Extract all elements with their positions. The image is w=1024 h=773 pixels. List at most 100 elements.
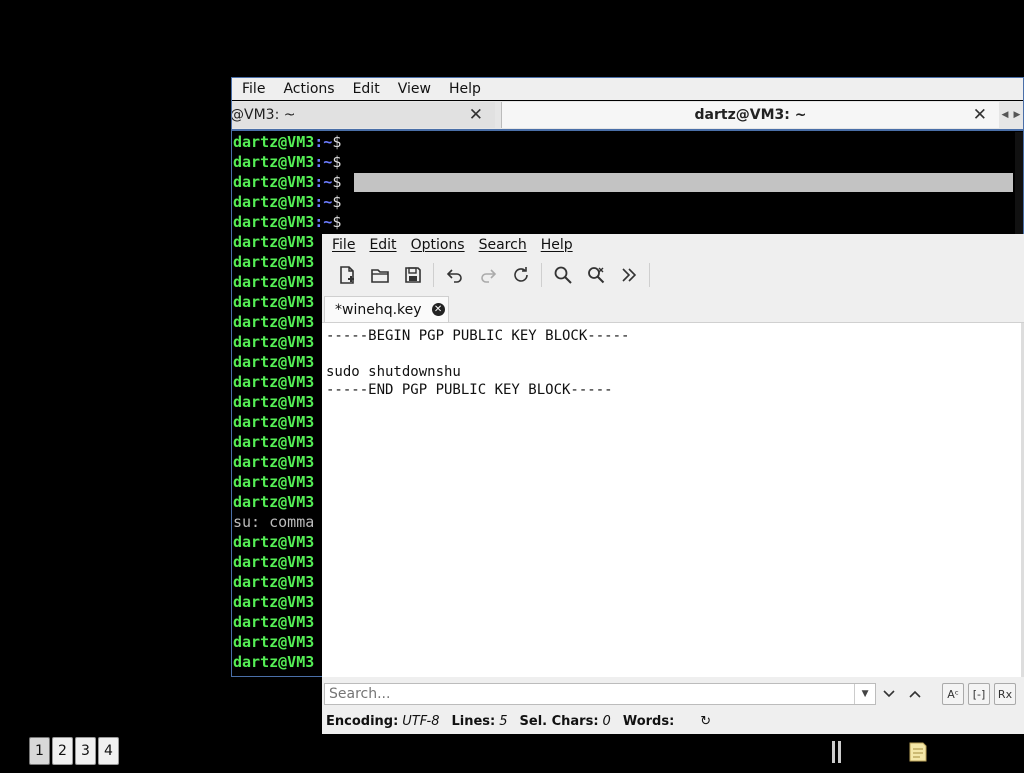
prompt-user: dartz@VM3 bbox=[233, 413, 315, 431]
prompt-user: dartz@VM3 bbox=[233, 613, 315, 631]
search-bar: ▼ Aᶜ [-] Rx bbox=[322, 679, 1024, 709]
new-document-icon bbox=[339, 266, 354, 284]
find-replace-icon bbox=[587, 267, 604, 284]
prompt-user: dartz@VM3 bbox=[233, 533, 315, 551]
tab-scroll-right-icon[interactable]: ▶ bbox=[1011, 110, 1023, 120]
text-selection bbox=[354, 173, 1013, 192]
prompt-user: dartz@VM3 bbox=[233, 493, 315, 511]
whole-word-toggle[interactable]: [-] bbox=[968, 683, 990, 705]
refresh-word-count-icon[interactable]: ↻ bbox=[700, 714, 711, 729]
terminal-tab-bar: @VM3: ~ ✕ dartz@VM3: ~ ✕ ◀ ▶ bbox=[232, 101, 1023, 131]
workspace-4-button[interactable]: 4 bbox=[98, 737, 119, 765]
reload-icon bbox=[513, 267, 528, 282]
workspace-3-button[interactable]: 3 bbox=[75, 737, 96, 765]
search-input[interactable] bbox=[325, 686, 855, 702]
prompt-user: dartz@VM3 bbox=[233, 373, 315, 391]
encoding-label: Encoding: bbox=[326, 713, 399, 729]
prompt-path: :~ bbox=[314, 133, 333, 151]
prompt-user: dartz@VM3 bbox=[233, 573, 315, 591]
find-button[interactable] bbox=[546, 260, 579, 290]
editor-menubar: File Edit Options Search Help bbox=[322, 234, 1024, 256]
reload-button[interactable] bbox=[504, 260, 537, 290]
prompt-user: dartz@VM3 bbox=[233, 333, 315, 351]
terminal-tab-2[interactable]: dartz@VM3: ~ ✕ bbox=[501, 102, 999, 128]
workspace-pager: 1 2 3 4 bbox=[29, 737, 121, 765]
prompt-user: dartz@VM3 bbox=[233, 393, 315, 411]
toolbar-separator bbox=[649, 263, 650, 287]
new-document-button[interactable] bbox=[330, 260, 363, 290]
editor-menu-help[interactable]: Help bbox=[534, 237, 580, 253]
editor-tab-winehq-key[interactable]: *winehq.key ✕ bbox=[324, 296, 449, 322]
terminal-menu-help[interactable]: Help bbox=[440, 81, 490, 97]
notes-tray-icon[interactable] bbox=[907, 739, 929, 763]
workspace-2-button[interactable]: 2 bbox=[52, 737, 73, 765]
editor-toolbar bbox=[322, 256, 1024, 294]
toolbar-separator bbox=[541, 263, 542, 287]
terminal-tab-1[interactable]: @VM3: ~ ✕ bbox=[232, 102, 495, 128]
search-history-dropdown-icon[interactable]: ▼ bbox=[854, 684, 875, 704]
terminal-tray-icon[interactable] bbox=[830, 738, 844, 766]
prompt-user: dartz@VM3 bbox=[233, 473, 315, 491]
toolbar-separator bbox=[433, 263, 434, 287]
prompt-user: dartz@VM3 bbox=[233, 433, 315, 451]
lines-label: Lines: bbox=[451, 713, 496, 729]
prompt-user: dartz@VM3 bbox=[233, 633, 315, 651]
prompt-symbol: $ bbox=[332, 133, 342, 151]
close-icon[interactable]: ✕ bbox=[973, 105, 987, 125]
prompt-symbol: $ bbox=[332, 153, 342, 171]
prompt-path: :~ bbox=[314, 173, 333, 191]
terminal-menu-file[interactable]: File bbox=[232, 81, 274, 97]
undo-button[interactable] bbox=[438, 260, 471, 290]
editor-text-area[interactable]: -----BEGIN PGP PUBLIC KEY BLOCK----- sudo… bbox=[322, 323, 1024, 677]
prompt-user: dartz@VM3 bbox=[233, 653, 315, 671]
regex-toggle[interactable]: Rx bbox=[994, 683, 1016, 705]
prompt-user: dartz@VM3 bbox=[233, 313, 315, 331]
text-editor-window[interactable]: File Edit Options Search Help *winehq.ke… bbox=[322, 234, 1024, 734]
terminal-menu-view[interactable]: View bbox=[389, 81, 440, 97]
editor-menu-search[interactable]: Search bbox=[472, 237, 534, 253]
find-previous-button[interactable] bbox=[902, 682, 928, 706]
redo-button[interactable] bbox=[471, 260, 504, 290]
undo-icon bbox=[446, 269, 462, 283]
editor-menu-file[interactable]: File bbox=[322, 237, 362, 253]
match-case-toggle[interactable]: Aᶜ bbox=[942, 683, 964, 705]
chevron-up-icon bbox=[909, 690, 921, 698]
redo-icon bbox=[480, 269, 496, 283]
prompt-user: dartz@VM3 bbox=[233, 593, 315, 611]
sel-chars-label: Sel. Chars: bbox=[519, 713, 599, 729]
terminal-menubar: File Actions Edit View Help bbox=[232, 78, 1023, 100]
folder-open-icon bbox=[370, 269, 389, 283]
more-tools-button[interactable] bbox=[612, 260, 645, 290]
chevron-double-right-icon bbox=[621, 268, 636, 282]
terminal-line: dartz@VM3:~$ bbox=[233, 192, 1013, 212]
search-icon bbox=[554, 266, 572, 284]
prompt-symbol: $ bbox=[332, 193, 342, 211]
prompt-user: dartz@VM3 bbox=[233, 293, 315, 311]
prompt-user: dartz@VM3 bbox=[233, 273, 315, 291]
editor-text-line: -----BEGIN PGP PUBLIC KEY BLOCK----- bbox=[326, 328, 630, 344]
prompt-user: dartz@VM3 bbox=[233, 253, 315, 271]
close-icon[interactable]: ✕ bbox=[431, 303, 445, 316]
prompt-user: dartz@VM3 bbox=[233, 553, 315, 571]
save-button[interactable] bbox=[396, 260, 429, 290]
editor-menu-edit[interactable]: Edit bbox=[362, 237, 403, 253]
terminal-menu-actions[interactable]: Actions bbox=[274, 81, 343, 97]
open-button[interactable] bbox=[363, 260, 396, 290]
editor-status-bar: Encoding: UTF-8 Lines: 5 Sel. Chars: 0 W… bbox=[326, 710, 711, 732]
editor-tab-bar: *winehq.key ✕ bbox=[322, 294, 1024, 323]
prompt-user: dartz@VM3 bbox=[233, 193, 315, 211]
prompt-symbol: $ bbox=[332, 173, 342, 191]
editor-menu-options[interactable]: Options bbox=[404, 237, 472, 253]
tab-scroll-left-icon[interactable]: ◀ bbox=[999, 110, 1011, 120]
terminal-tab-1-label: @VM3: ~ bbox=[231, 107, 296, 123]
output-text: su: comma bbox=[233, 513, 315, 531]
find-next-button[interactable] bbox=[876, 682, 902, 706]
close-icon[interactable]: ✕ bbox=[469, 105, 483, 125]
editor-tab-label: *winehq.key bbox=[335, 301, 422, 318]
editor-text-line: sudo shutdownshu bbox=[326, 364, 461, 380]
terminal-menu-edit[interactable]: Edit bbox=[344, 81, 389, 97]
workspace-1-button[interactable]: 1 bbox=[29, 737, 50, 765]
save-icon bbox=[404, 267, 421, 283]
search-box: ▼ bbox=[324, 683, 876, 705]
find-replace-button[interactable] bbox=[579, 260, 612, 290]
